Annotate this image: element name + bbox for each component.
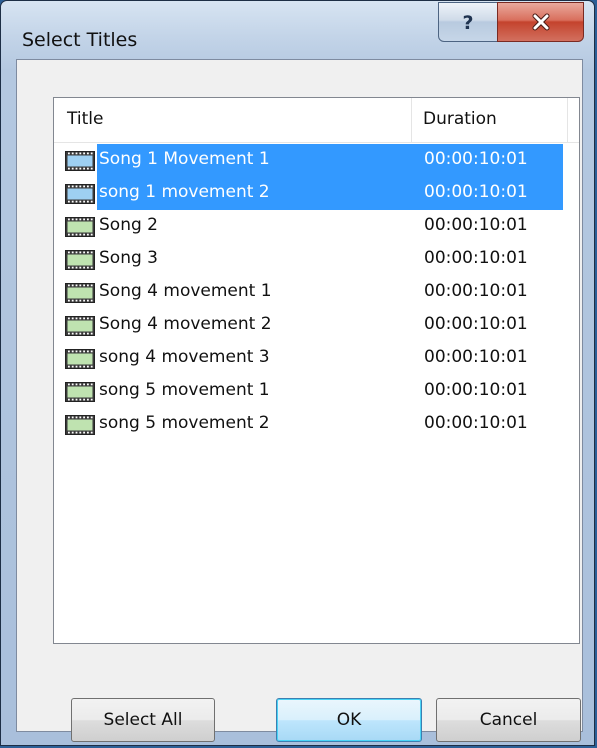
title-cell: song 5 movement 2 — [99, 413, 270, 433]
question-mark-icon: ? — [462, 12, 473, 34]
help-button[interactable]: ? — [438, 2, 498, 42]
title-cell: song 5 movement 1 — [99, 380, 270, 400]
duration-cell: 00:00:10:01 — [424, 248, 528, 268]
film-strip-icon — [65, 415, 95, 435]
duration-cell: 00:00:10:01 — [424, 215, 528, 235]
title-cell: Song 4 movement 2 — [99, 314, 272, 334]
svg-text:?: ? — [462, 12, 473, 34]
duration-cell: 00:00:10:01 — [424, 314, 528, 334]
dialog-title: Select Titles — [22, 29, 138, 51]
cancel-button[interactable]: Cancel — [436, 698, 581, 742]
dialog-body: Title Duration Song 1 Movement 1 00:00:10… — [16, 59, 583, 742]
list-item[interactable]: song 1 movement 2 00:00:10:01 — [65, 177, 563, 210]
list-item[interactable]: Song 1 Movement 1 00:00:10:01 — [65, 144, 563, 177]
list-item[interactable]: Song 3 00:00:10:01 — [65, 243, 563, 276]
column-header-duration[interactable]: Duration — [423, 109, 497, 129]
film-strip-icon — [65, 349, 95, 369]
list-item[interactable]: Song 4 movement 1 00:00:10:01 — [65, 276, 563, 309]
title-cell: song 4 movement 3 — [99, 347, 270, 367]
film-strip-icon — [65, 217, 95, 237]
title-cell: song 1 movement 2 — [99, 182, 270, 202]
film-strip-icon — [65, 283, 95, 303]
duration-cell: 00:00:10:01 — [424, 182, 528, 202]
list-item[interactable]: song 5 movement 1 00:00:10:01 — [65, 375, 563, 408]
column-divider[interactable] — [567, 98, 568, 142]
title-bar[interactable]: Select Titles ? — [1, 1, 594, 59]
title-cell: Song 4 movement 1 — [99, 281, 272, 301]
title-cell: Song 3 — [99, 248, 158, 268]
film-strip-icon — [65, 250, 95, 270]
column-header-title[interactable]: Title — [67, 109, 103, 129]
list-header: Title Duration — [54, 98, 579, 143]
list-item[interactable]: Song 4 movement 2 00:00:10:01 — [65, 309, 563, 342]
duration-cell: 00:00:10:01 — [424, 281, 528, 301]
titles-list[interactable]: Title Duration Song 1 Movement 1 00:00:10… — [53, 97, 580, 644]
select-titles-dialog: Select Titles ? Title Duration Song 1 Mo… — [0, 0, 595, 746]
duration-cell: 00:00:10:01 — [424, 347, 528, 367]
column-divider[interactable] — [411, 98, 412, 142]
film-strip-icon — [65, 184, 95, 204]
list-item[interactable]: Song 2 00:00:10:01 — [65, 210, 563, 243]
duration-cell: 00:00:10:01 — [424, 149, 528, 169]
list-item[interactable]: song 4 movement 3 00:00:10:01 — [65, 342, 563, 375]
close-icon — [532, 13, 549, 31]
title-cell: Song 1 Movement 1 — [99, 149, 270, 169]
list-item[interactable]: song 5 movement 2 00:00:10:01 — [65, 408, 563, 441]
title-cell: Song 2 — [99, 215, 158, 235]
duration-cell: 00:00:10:01 — [424, 413, 528, 433]
close-button[interactable] — [497, 2, 584, 42]
ok-button[interactable]: OK — [276, 698, 422, 742]
film-strip-icon — [65, 151, 95, 171]
duration-cell: 00:00:10:01 — [424, 380, 528, 400]
film-strip-icon — [65, 382, 95, 402]
film-strip-icon — [65, 316, 95, 336]
select-all-button[interactable]: Select All — [71, 698, 215, 742]
